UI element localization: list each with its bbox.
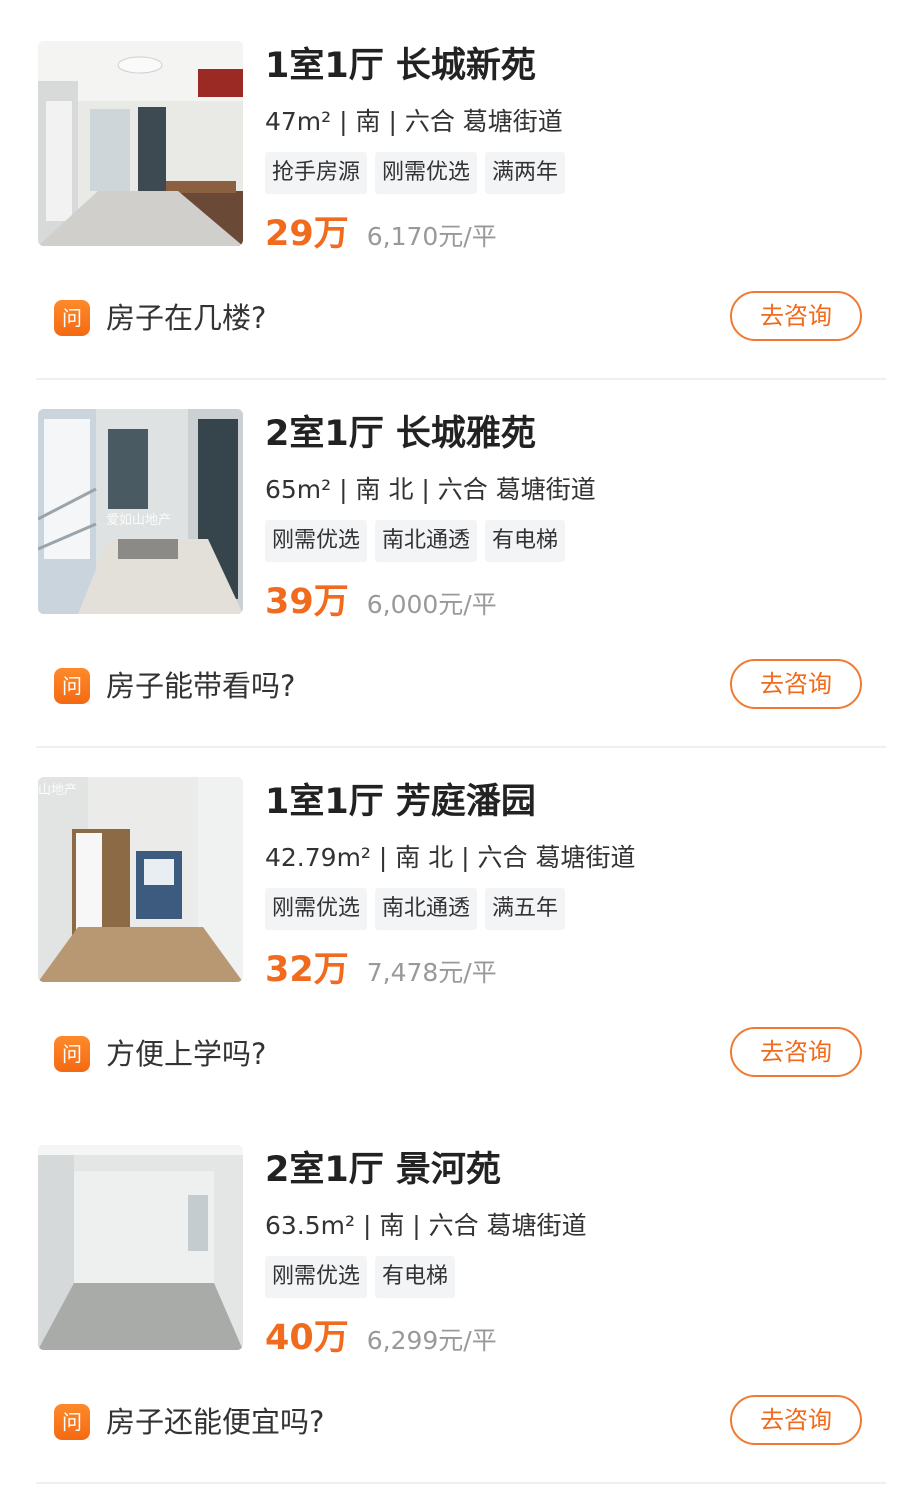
listing-card[interactable]: 1室1厅 长城新苑 47m² | 南 | 六合 葛塘街道 抢手房源 刚需优选 满…	[0, 0, 922, 367]
question-row: 问 方便上学吗? 去咨询	[38, 1020, 886, 1086]
price-row: 32万 7,478元/平	[265, 941, 497, 991]
listing-meta: 42.79m² | 南 北 | 六合 葛塘街道	[265, 843, 636, 872]
total-price: 39万	[265, 582, 349, 622]
tag: 南北通透	[375, 888, 478, 930]
unit-price: 7,478元/平	[366, 958, 497, 987]
listing-meta: 63.5m² | 南 | 六合 葛塘街道	[265, 1211, 587, 1240]
price-row: 29万 6,170元/平	[265, 205, 497, 255]
total-price: 29万	[265, 214, 349, 254]
unit-price: 6,170元/平	[366, 222, 497, 251]
consult-button[interactable]: 去咨询	[730, 291, 862, 341]
consult-button[interactable]: 去咨询	[730, 1027, 862, 1077]
tag: 抢手房源	[265, 152, 368, 194]
total-price: 32万	[265, 950, 349, 990]
listing-photo[interactable]: 山地产	[38, 777, 243, 982]
tag: 满五年	[485, 888, 566, 930]
price-row: 40万 6,299元/平	[265, 1309, 497, 1359]
consult-button[interactable]: 去咨询	[730, 659, 862, 709]
unit-price: 6,000元/平	[366, 590, 497, 619]
listing-title[interactable]: 2室1厅 长城雅苑	[265, 410, 536, 458]
listing-card[interactable]: 山地产 1室1厅 芳庭潘园 42.79m² | 南 北 | 六合 葛塘街道 刚需…	[0, 736, 922, 1103]
tag: 刚需优选	[265, 888, 368, 930]
ask-icon: 问	[54, 1404, 90, 1440]
tag: 有电梯	[485, 520, 566, 562]
listing-card[interactable]: 2室1厅 景河苑 63.5m² | 南 | 六合 葛塘街道 刚需优选 有电梯 4…	[0, 1104, 922, 1471]
listing-photo[interactable]: 爱如山地产	[38, 409, 243, 614]
listing-title[interactable]: 1室1厅 长城新苑	[265, 42, 536, 90]
tag-list: 刚需优选 有电梯	[265, 1256, 456, 1298]
watermark: 爱如山地产	[106, 513, 172, 528]
tag-list: 刚需优选 南北通透 满五年	[265, 888, 566, 930]
ask-icon: 问	[54, 1036, 90, 1072]
tag: 刚需优选	[375, 152, 478, 194]
ask-icon: 问	[54, 300, 90, 336]
question-row: 问 房子在几楼? 去咨询	[38, 284, 886, 350]
listing-card[interactable]: 爱如山地产 2室1厅 长城雅苑 65m² | 南 北 | 六合 葛塘街道 刚需优…	[0, 368, 922, 735]
listing-meta: 47m² | 南 | 六合 葛塘街道	[265, 107, 563, 136]
consult-button[interactable]: 去咨询	[730, 1395, 862, 1445]
question-text: 方便上学吗?	[106, 1037, 267, 1071]
tag: 刚需优选	[265, 1256, 368, 1298]
tag: 有电梯	[375, 1256, 456, 1298]
question-row: 问 房子能带看吗? 去咨询	[38, 652, 886, 718]
listing-title[interactable]: 1室1厅 芳庭潘园	[265, 778, 536, 826]
listing-photo[interactable]	[38, 41, 243, 246]
total-price: 40万	[265, 1318, 349, 1358]
unit-price: 6,299元/平	[366, 1326, 497, 1355]
question-text: 房子在几楼?	[106, 301, 267, 335]
tag: 满两年	[485, 152, 566, 194]
watermark: 山地产	[38, 783, 78, 798]
tag: 刚需优选	[265, 520, 368, 562]
listing-photo[interactable]	[38, 1145, 243, 1350]
tag-list: 刚需优选 南北通透 有电梯	[265, 520, 566, 562]
divider	[36, 1482, 886, 1484]
question-text: 房子能带看吗?	[106, 669, 296, 703]
question-row: 问 房子还能便宜吗? 去咨询	[38, 1388, 886, 1454]
question-text: 房子还能便宜吗?	[106, 1405, 325, 1439]
tag-list: 抢手房源 刚需优选 满两年	[265, 152, 566, 194]
listing-title[interactable]: 2室1厅 景河苑	[265, 1146, 501, 1194]
price-row: 39万 6,000元/平	[265, 573, 497, 623]
ask-icon: 问	[54, 668, 90, 704]
listing-meta: 65m² | 南 北 | 六合 葛塘街道	[265, 475, 596, 504]
tag: 南北通透	[375, 520, 478, 562]
